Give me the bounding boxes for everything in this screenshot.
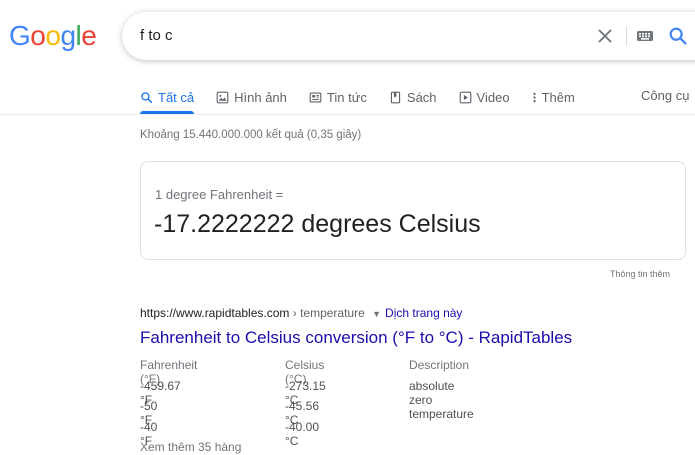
- result-title-link[interactable]: Fahrenheit to Celsius conversion (°F to …: [140, 328, 572, 348]
- search-divider: [626, 26, 627, 46]
- search-icon: [669, 27, 687, 45]
- tab-label: Hình ảnh: [234, 89, 287, 105]
- tab-label: Video: [476, 89, 510, 105]
- more-vert-icon: [532, 92, 536, 102]
- feedback-link[interactable]: Thông tin thêm: [610, 269, 670, 279]
- unit-converter-card: 1 degree Fahrenheit = -17.2222222 degree…: [140, 161, 686, 260]
- logo-letter: e: [81, 20, 97, 51]
- tab-news[interactable]: Tin tức: [309, 86, 367, 108]
- search-tabs: Tất cả Hình ảnh Tin tức Sách Video Thêm: [140, 86, 597, 108]
- logo-letter: G: [9, 20, 31, 51]
- converter-result-value: -17.2222222 degrees Celsius: [154, 210, 481, 238]
- tab-books[interactable]: Sách: [389, 86, 437, 108]
- search-button[interactable]: [667, 25, 689, 47]
- header-divider: [0, 114, 695, 115]
- tab-label: Tin tức: [326, 89, 367, 105]
- result-citation: https://www.rapidtables.com › temperatur…: [140, 306, 462, 320]
- logo-letter: o: [45, 20, 61, 51]
- result-stats: Khoảng 15.440.000.000 kết quả (0,35 giây…: [140, 129, 362, 141]
- news-icon: [309, 91, 322, 103]
- video-icon: [459, 91, 471, 103]
- result-breadcrumb: › temperature: [289, 306, 365, 320]
- image-icon: [216, 91, 229, 103]
- search-box[interactable]: f to c: [122, 12, 695, 60]
- logo-letter: o: [30, 20, 46, 51]
- book-icon: [390, 91, 401, 103]
- tab-all[interactable]: Tất cả: [140, 86, 194, 108]
- search-icon: [141, 91, 153, 103]
- tab-label: Sách: [406, 89, 437, 105]
- table-cell: -40.00 °C: [285, 419, 320, 448]
- table-cell: absolute zero temperature: [409, 378, 474, 421]
- translate-link[interactable]: ▼ Dịch trang này: [372, 306, 462, 320]
- google-logo[interactable]: Google: [9, 20, 97, 52]
- converter-input-value: 1 degree Fahrenheit =: [155, 187, 284, 202]
- tools-button[interactable]: Công cụ: [641, 88, 689, 103]
- clear-button[interactable]: [594, 25, 616, 47]
- keyboard-button[interactable]: [636, 28, 654, 44]
- tab-images[interactable]: Hình ảnh: [216, 86, 287, 108]
- logo-letter: g: [60, 20, 76, 51]
- tab-more[interactable]: Thêm: [532, 86, 575, 108]
- more-rows-link[interactable]: Xem thêm 35 hàng: [140, 440, 241, 454]
- keyboard-icon: [637, 31, 653, 41]
- result-url: https://www.rapidtables.com: [140, 306, 290, 320]
- tab-video[interactable]: Video: [459, 86, 510, 108]
- table-header-cell: Description: [409, 358, 470, 372]
- tab-label: Tất cả: [158, 89, 195, 105]
- search-input[interactable]: f to c: [140, 27, 173, 44]
- dropdown-arrow-icon: ▼: [372, 309, 382, 319]
- tab-label: Thêm: [541, 89, 575, 105]
- close-icon: [598, 29, 612, 43]
- translate-label: Dịch trang này: [385, 306, 463, 320]
